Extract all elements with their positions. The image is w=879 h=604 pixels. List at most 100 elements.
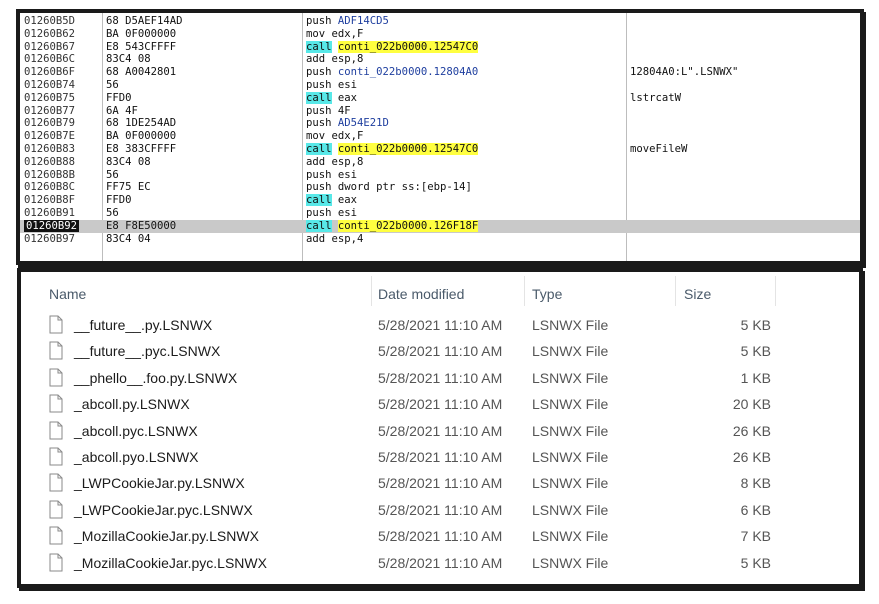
operand: 4F: [337, 104, 351, 117]
file-row[interactable]: _LWPCookieJar.pyc.LSNWX 5/28/2021 11:10 A…: [21, 497, 859, 523]
file-row[interactable]: _abcoll.pyc.LSNWX 5/28/2021 11:10 AM LSNWX…: [21, 418, 859, 444]
address-text: 01260B8F: [24, 194, 76, 207]
address-text: 01260B67: [24, 40, 76, 53]
instruction-address: 01260B8B: [24, 169, 100, 182]
mnemonic: call: [306, 91, 332, 104]
disassembly-row[interactable]: 01260B5D 68 D5AEF14AD push ADF14CD5: [20, 15, 860, 28]
operand: esi: [337, 207, 358, 219]
disassembly-row[interactable]: 01260B83 E8 383CFFFF call conti_022b0000.1…: [20, 143, 860, 156]
file-name: _MozillaCookieJar.py.LSNWX: [74, 528, 259, 545]
disassembly-row[interactable]: 01260B8C FF75 EC push dword ptr ss:[ebp-14…: [20, 181, 860, 194]
file-size: 8 KB: [740, 475, 771, 492]
mnemonic: push: [306, 168, 332, 181]
column-divider[interactable]: [675, 276, 676, 306]
disassembly-row[interactable]: 01260B92 E8 F8E50000 call conti_022b0000.1…: [20, 219, 860, 233]
instruction-address: 01260B6F: [24, 66, 100, 79]
file-icon: [49, 447, 63, 466]
file-icon: [49, 526, 63, 545]
disassembly-row[interactable]: 01260B79 68 1DE254AD push AD54E21D: [20, 117, 860, 130]
file-type: LSNWX File: [532, 501, 609, 518]
instruction-address: 01260B79: [24, 117, 100, 130]
disassembly-row[interactable]: 01260B8B 56 push esi: [20, 169, 860, 182]
instruction-address: 01260B75: [24, 92, 100, 105]
column-header-type[interactable]: Type: [532, 286, 562, 302]
file-row[interactable]: _MozillaCookieJar.py.LSNWX 5/28/2021 11:1…: [21, 523, 859, 549]
disassembly-row[interactable]: 01260B8F FFD0 call eax: [20, 194, 860, 207]
column-header-size[interactable]: Size: [684, 286, 711, 302]
operand: esp,8: [331, 53, 364, 66]
operand: edx,F: [331, 27, 364, 40]
file-row[interactable]: _abcoll.py.LSNWX 5/28/2021 11:10 AM LSNWX …: [21, 391, 859, 417]
instruction-bytes: 68 A0042801: [106, 66, 177, 79]
instruction-text: add esp,4: [306, 233, 626, 246]
disassembly-row[interactable]: 01260B77 6A 4F push 4F: [20, 105, 860, 118]
operand: esp,8: [331, 155, 364, 168]
disassembly-row[interactable]: 01260B91 56 push esi: [20, 207, 860, 220]
column-divider[interactable]: [524, 276, 525, 306]
mnemonic: call: [306, 143, 332, 155]
address-text: 01260B75: [24, 91, 76, 104]
mnemonic: call: [306, 194, 332, 207]
address-text: 01260B83: [24, 143, 76, 155]
file-row[interactable]: _abcoll.pyo.LSNWX 5/28/2021 11:10 AM LSNWX…: [21, 444, 859, 470]
file-date-modified: 5/28/2021 11:10 AM: [378, 317, 503, 333]
file-size: 5 KB: [740, 343, 771, 360]
disassembly-row[interactable]: 01260B88 83C4 08 add esp,8: [20, 156, 860, 169]
column-divider[interactable]: [371, 276, 372, 306]
file-date-modified: 5/28/2021 11:10 AM: [378, 369, 503, 386]
file-name: __future__.py.LSNWX: [74, 317, 213, 333]
address-text: 01260B79: [24, 117, 76, 130]
disassembly-row[interactable]: 01260B67 E8 543CFFFF call conti_022b0000.1…: [20, 40, 860, 54]
mnemonic: call: [306, 219, 332, 232]
file-name: __future__.pyc.LSNWX: [74, 343, 221, 360]
column-divider[interactable]: [775, 276, 776, 306]
instruction-text: push esi: [306, 169, 626, 182]
operand: conti_022b0000.126F18F: [337, 219, 479, 232]
instruction-comment: moveFileW: [630, 143, 688, 155]
column-header-date-modified[interactable]: Date modified: [378, 286, 464, 302]
address-text: 01260B74: [24, 79, 76, 91]
file-icon: [49, 341, 63, 360]
file-row[interactable]: __future__.pyc.LSNWX 5/28/2021 11:10 AM LS…: [21, 338, 859, 364]
instruction-bytes: 6A 4F: [106, 104, 138, 117]
file-type: LSNWX File: [532, 554, 609, 571]
disassembly-row[interactable]: 01260B6C 83C4 08 add esp,8: [20, 53, 860, 66]
file-row[interactable]: __future__.py.LSNWX 5/28/2021 11:10 AM LSN…: [21, 312, 859, 338]
instruction-bytes: BA 0F000000: [106, 27, 177, 40]
disassembly-row[interactable]: 01260B75 FFD0 call eax lstrcatW: [20, 91, 860, 105]
file-row[interactable]: _MozillaCookieJar.pyc.LSNWX 5/28/2021 11:…: [21, 550, 859, 576]
file-name: _LWPCookieJar.py.LSNWX: [74, 475, 245, 492]
instruction-text: call eax: [306, 91, 626, 105]
file-size: 7 KB: [740, 528, 771, 545]
file-icon: [49, 315, 63, 334]
operand: conti_022b0000.12804A0: [337, 66, 479, 79]
instruction-bytes: 56: [106, 207, 119, 219]
file-date-modified: 5/28/2021 11:10 AM: [378, 449, 503, 465]
file-size: 5 KB: [740, 317, 771, 333]
file-date-modified: 5/28/2021 11:10 AM: [378, 343, 503, 360]
mnemonic: push: [306, 66, 332, 79]
instruction-bytes: FFD0: [106, 91, 132, 104]
instruction-address: 01260B91: [24, 207, 100, 220]
mnemonic: push: [306, 15, 332, 27]
instruction-bytes: E8 383CFFFF: [106, 143, 177, 155]
instruction-bytes: FF75 EC: [106, 181, 151, 194]
disassembly-row[interactable]: 01260B7E BA 0F000000 mov edx,F: [20, 130, 860, 143]
file-type: LSNWX File: [532, 422, 609, 439]
file-date-modified: 5/28/2021 11:10 AM: [378, 554, 503, 571]
instruction-text: call eax: [306, 194, 626, 207]
file-type: LSNWX File: [532, 396, 609, 413]
instruction-address: 01260B74: [24, 79, 100, 92]
address-text: 01260B91: [24, 207, 76, 219]
file-row[interactable]: __phello__.foo.py.LSNWX 5/28/2021 11:10 A…: [21, 365, 859, 391]
file-row[interactable]: _LWPCookieJar.py.LSNWX 5/28/2021 11:10 AM…: [21, 470, 859, 496]
instruction-address: 01260B88: [24, 156, 100, 169]
disassembly-row[interactable]: 01260B97 83C4 04 add esp,4: [20, 233, 860, 246]
disassembly-row[interactable]: 01260B62 BA 0F000000 mov edx,F: [20, 28, 860, 41]
instruction-bytes: 83C4 08: [106, 155, 151, 168]
instruction-address: 01260B67: [24, 41, 100, 54]
disassembly-row[interactable]: 01260B74 56 push esi: [20, 79, 860, 92]
column-header-name[interactable]: Name: [49, 286, 86, 302]
mnemonic: push: [306, 181, 332, 194]
disassembly-row[interactable]: 01260B6F 68 A0042801 push conti_022b0000.1…: [20, 66, 860, 79]
